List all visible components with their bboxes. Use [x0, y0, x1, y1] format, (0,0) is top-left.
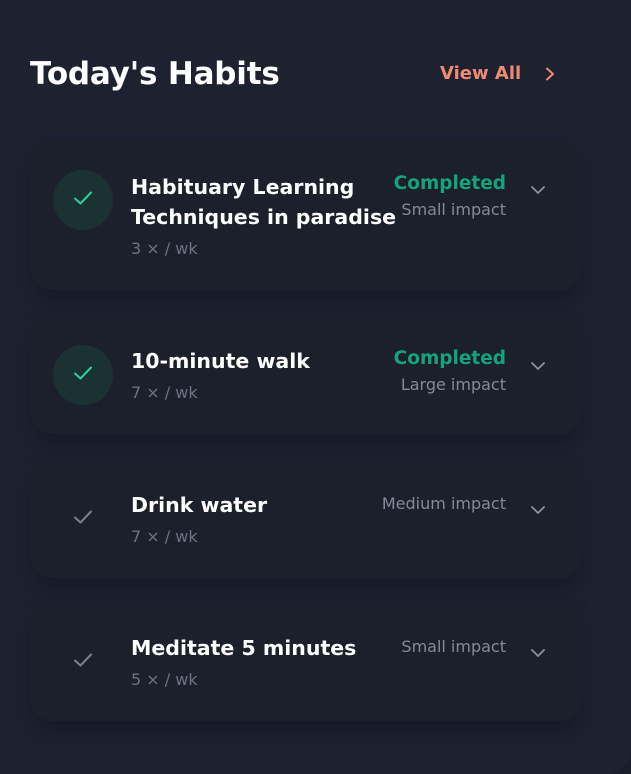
habit-check-button[interactable]	[53, 632, 113, 692]
habit-impact: Large impact	[400, 375, 506, 394]
habit-name: 10-minute walk	[131, 349, 310, 373]
habits-header: Today's Habits View All	[30, 52, 590, 96]
view-all-label: View All	[440, 63, 522, 84]
habit-check-button[interactable]	[53, 345, 113, 405]
check-icon	[73, 509, 93, 529]
habit-name: Habituary Learning Techniques in paradis…	[131, 175, 397, 229]
habit-impact: Medium impact	[381, 494, 506, 513]
check-icon	[73, 652, 93, 672]
habit-frequency: 3 × / wk	[131, 239, 198, 258]
habit-card[interactable]: Habituary Learning Techniques in paradis…	[30, 140, 582, 290]
chevron-down-icon[interactable]	[530, 358, 546, 374]
chevron-down-icon[interactable]	[530, 502, 546, 518]
habit-frequency: 7 × / wk	[131, 383, 198, 402]
habit-frequency: 5 × / wk	[131, 670, 198, 689]
habit-card[interactable]: Meditate 5 minutes 5 × / wk Small impact	[30, 601, 582, 721]
habit-status: Completed	[393, 173, 506, 194]
habit-card[interactable]: Drink water 7 × / wk Medium impact	[30, 458, 582, 578]
habit-frequency: 7 × / wk	[131, 527, 198, 546]
habit-impact: Small impact	[401, 637, 506, 656]
habit-status: Completed	[393, 348, 506, 369]
habit-card[interactable]: 10-minute walk 7 × / wk Completed Large …	[30, 314, 582, 434]
habit-name: Drink water	[131, 493, 268, 517]
check-icon	[73, 190, 93, 210]
habits-panel: Today's Habits View All Habituary Learni…	[0, 0, 631, 774]
page-title: Today's Habits	[30, 56, 280, 92]
view-all-link[interactable]: View All	[440, 52, 557, 96]
habit-impact: Small impact	[401, 200, 506, 219]
chevron-down-icon[interactable]	[530, 182, 546, 198]
habit-name: Meditate 5 minutes	[131, 636, 357, 660]
habit-check-button[interactable]	[53, 489, 113, 549]
chevron-right-icon	[543, 67, 557, 81]
check-icon	[73, 365, 93, 385]
habit-check-button[interactable]	[53, 170, 113, 230]
chevron-down-icon[interactable]	[530, 645, 546, 661]
